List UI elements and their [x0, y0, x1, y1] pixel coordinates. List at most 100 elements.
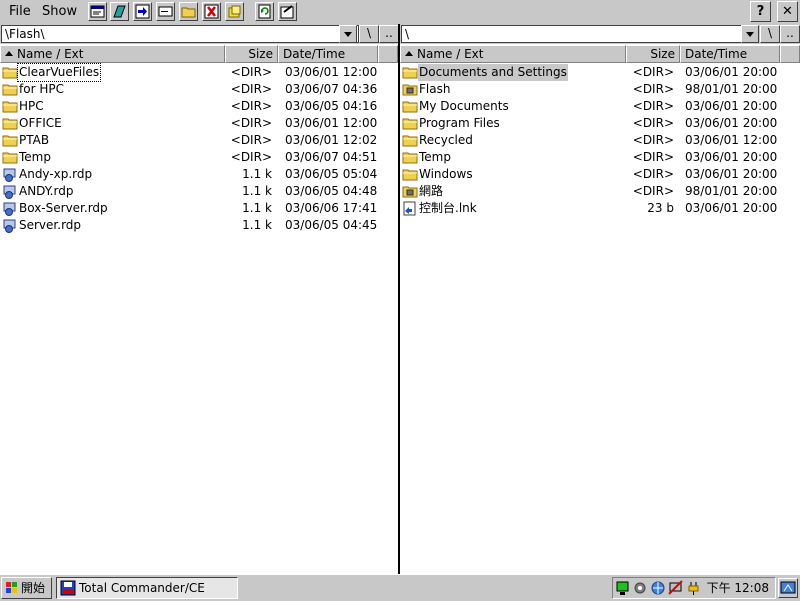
taskbar-total-commander[interactable]: Total Commander/CE	[56, 577, 238, 599]
file-date: 03/06/01 20:00	[685, 65, 778, 79]
folder-icon	[402, 65, 418, 80]
list-item[interactable]: Program Files <DIR> 03/06/01 20:00	[400, 115, 800, 132]
list-item[interactable]: PTAB <DIR> 03/06/01 12:02	[0, 132, 398, 149]
left-header-name[interactable]: Name / Ext	[0, 45, 225, 63]
file-size: <DIR>	[230, 99, 272, 113]
file-date: 03/06/07 04:51	[285, 150, 378, 164]
chevron-down-icon	[746, 32, 754, 37]
file-size: 1.1 k	[242, 218, 272, 232]
file-date: 98/01/01 20:00	[685, 184, 778, 198]
shortcut-icon	[402, 201, 418, 216]
sort-up-icon	[405, 51, 413, 56]
left-up-button[interactable]: ..	[379, 25, 399, 43]
pack-icon[interactable]	[225, 2, 244, 21]
folder-icon	[2, 150, 18, 165]
list-item[interactable]: HPC <DIR> 03/06/05 04:16	[0, 98, 398, 115]
file-size: <DIR>	[230, 150, 272, 164]
remote-desktop-icon	[2, 184, 18, 199]
close-button[interactable]: ✕	[777, 1, 798, 22]
folder-icon	[2, 133, 18, 148]
file-date: 03/06/01 20:00	[685, 116, 778, 130]
file-size: <DIR>	[632, 167, 674, 181]
right-header-size[interactable]: Size	[626, 45, 680, 63]
right-root-button[interactable]: \	[760, 25, 780, 43]
left-header-date[interactable]: Date/Time	[278, 45, 378, 63]
list-item[interactable]: Temp <DIR> 03/06/01 20:00	[400, 149, 800, 166]
start-button[interactable]: 開始	[1, 577, 52, 599]
taskbar: 開始 Total Commander/CE 下午 12:08	[0, 574, 800, 601]
copy-icon[interactable]	[110, 2, 129, 21]
file-size: <DIR>	[230, 65, 272, 79]
file-date: 03/06/01 20:00	[685, 99, 778, 113]
power-plug-icon[interactable]	[686, 580, 702, 596]
gear-icon[interactable]	[632, 580, 648, 596]
file-size: <DIR>	[632, 99, 674, 113]
list-item[interactable]: ClearVueFiles <DIR> 03/06/01 12:00	[0, 63, 398, 82]
list-item[interactable]: Temp <DIR> 03/06/07 04:51	[0, 149, 398, 166]
left-path-field[interactable]: \Flash\	[1, 25, 359, 43]
file-size: <DIR>	[632, 184, 674, 198]
list-item[interactable]: for HPC <DIR> 03/06/07 04:36	[0, 81, 398, 98]
menu-show[interactable]: Show	[42, 4, 77, 19]
clock[interactable]: 下午 12:08	[707, 578, 769, 598]
file-date: 03/06/01 12:02	[285, 133, 378, 147]
globe-icon[interactable]	[650, 580, 666, 596]
network-status-icon[interactable]	[615, 580, 630, 596]
right-up-button[interactable]: ..	[780, 25, 800, 43]
left-path-dropdown-button[interactable]	[339, 25, 357, 43]
folder-icon	[402, 167, 418, 182]
list-item[interactable]: Windows <DIR> 03/06/01 20:00	[400, 166, 800, 183]
show-desktop-button[interactable]	[778, 578, 798, 598]
list-item[interactable]: ANDY.rdp 1.1 k 03/06/05 04:48	[0, 183, 398, 200]
new-folder-icon[interactable]	[179, 2, 198, 21]
settings-icon[interactable]	[278, 2, 297, 21]
refresh-icon[interactable]	[255, 2, 274, 21]
file-date: 03/06/01 20:00	[685, 150, 778, 164]
right-path-field[interactable]: \	[401, 25, 759, 43]
left-root-button[interactable]: \	[359, 25, 379, 43]
file-date: 03/06/05 04:16	[285, 99, 378, 113]
file-name: HPC	[19, 99, 44, 113]
move-icon[interactable]	[133, 2, 152, 21]
folder-icon	[2, 82, 18, 97]
storage-folder-icon	[402, 184, 418, 199]
file-size: 1.1 k	[242, 184, 272, 198]
file-name: My Documents	[419, 99, 509, 113]
rename-icon[interactable]	[156, 2, 175, 21]
file-name: Box-Server.rdp	[19, 201, 108, 215]
remote-desktop-icon	[2, 167, 18, 182]
list-item[interactable]: Box-Server.rdp 1.1 k 03/06/06 17:41	[0, 200, 398, 217]
right-column-headers: Name / Ext Size Date/Time	[400, 45, 800, 63]
right-header-name[interactable]: Name / Ext	[400, 45, 626, 63]
properties-icon[interactable]	[88, 2, 107, 21]
folder-icon	[402, 133, 418, 148]
list-item[interactable]: My Documents <DIR> 03/06/01 20:00	[400, 98, 800, 115]
help-button[interactable]: ?	[750, 1, 771, 22]
file-name: Server.rdp	[19, 218, 82, 232]
list-item[interactable]: OFFICE <DIR> 03/06/01 12:00	[0, 115, 398, 132]
list-item[interactable]: Recycled <DIR> 03/06/01 12:00	[400, 132, 800, 149]
file-name: Recycled	[419, 133, 473, 147]
system-tray: 下午 12:08	[612, 577, 776, 599]
file-name: Windows	[419, 167, 473, 181]
right-header-spacer	[780, 45, 800, 63]
list-item[interactable]: Documents and Settings <DIR> 03/06/01 20:0…	[400, 64, 800, 81]
file-size: <DIR>	[632, 133, 674, 147]
taskbar-task-label: Total Commander/CE	[79, 581, 205, 595]
list-item[interactable]: Andy-xp.rdp 1.1 k 03/06/05 05:04	[0, 166, 398, 183]
menu-file[interactable]: File	[9, 4, 31, 19]
list-item[interactable]: 控制台.lnk 23 b 03/06/01 20:00	[400, 200, 800, 217]
list-item[interactable]: Flash <DIR> 98/01/01 20:00	[400, 81, 800, 98]
right-header-date[interactable]: Date/Time	[680, 45, 780, 63]
file-size: <DIR>	[230, 116, 272, 130]
file-size: 23 b	[647, 201, 674, 215]
remote-desktop-icon	[2, 201, 18, 216]
list-item[interactable]: Server.rdp 1.1 k 03/06/05 04:45	[0, 217, 398, 234]
file-date: 03/06/05 04:48	[285, 184, 378, 198]
list-item[interactable]: 網路 <DIR> 98/01/01 20:00	[400, 183, 800, 200]
network-disconnected-icon[interactable]	[668, 580, 684, 596]
left-header-size[interactable]: Size	[225, 45, 278, 63]
delete-icon[interactable]	[202, 2, 221, 21]
folder-icon	[2, 65, 18, 80]
right-path-dropdown-button[interactable]	[741, 25, 759, 43]
